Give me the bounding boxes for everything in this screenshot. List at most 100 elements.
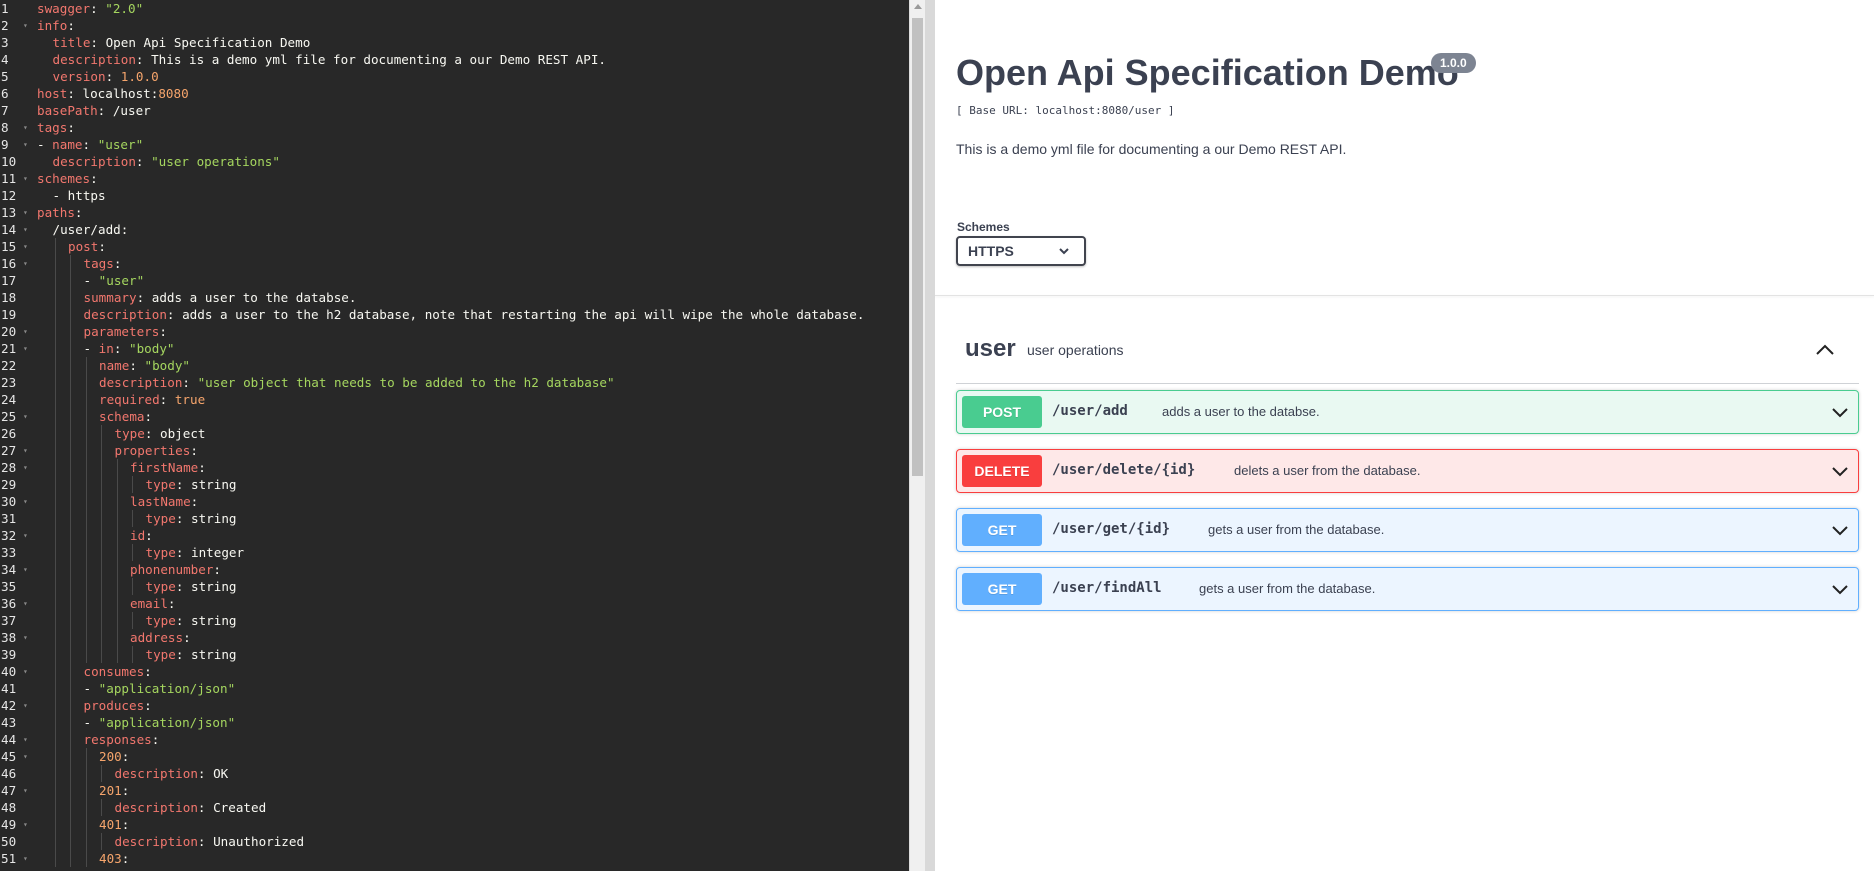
fold-arrow-icon[interactable]: ▾ (23, 255, 28, 272)
code-line[interactable]: 42 ▾ produces: (1, 697, 909, 714)
fold-arrow-icon[interactable]: ▾ (23, 663, 28, 680)
fold-arrow-icon[interactable]: ▾ (23, 731, 28, 748)
fold-arrow-icon[interactable]: ▾ (23, 595, 28, 612)
fold-arrow-icon[interactable]: ▾ (23, 408, 28, 425)
fold-arrow-icon[interactable]: ▾ (23, 119, 28, 136)
code-line[interactable]: 34 ▾ phonenumber: (1, 561, 909, 578)
chevron-down-icon[interactable] (1830, 402, 1850, 422)
operation-get-user-by-id[interactable]: GET /user/get/{id} gets a user from the … (956, 508, 1859, 552)
code-line[interactable]: 17 - "user" (1, 272, 909, 289)
operation-post-user-add[interactable]: POST /user/add adds a user to the databs… (956, 390, 1859, 434)
fold-arrow-icon[interactable]: ▾ (23, 697, 28, 714)
fold-arrow-icon[interactable]: ▾ (23, 170, 28, 187)
code-line[interactable]: 31 type: string (1, 510, 909, 527)
schemes-select[interactable]: HTTPS (956, 236, 1086, 266)
fold-arrow-icon[interactable]: ▾ (23, 629, 28, 646)
code-line[interactable]: 49 ▾ 401: (1, 816, 909, 833)
code-line[interactable]: 35 type: string (1, 578, 909, 595)
fold-arrow-icon[interactable]: ▾ (23, 238, 28, 255)
code-line[interactable]: 38 ▾ address: (1, 629, 909, 646)
fold-arrow-icon[interactable]: ▾ (23, 459, 28, 476)
code-line[interactable]: 46 description: OK (1, 765, 909, 782)
chevron-down-icon[interactable] (1830, 461, 1850, 481)
code-line[interactable]: 3 title: Open Api Specification Demo (1, 34, 909, 51)
fold-arrow-icon[interactable]: ▾ (23, 748, 28, 765)
indent-guide (70, 646, 71, 663)
fold-arrow-icon[interactable]: ▾ (23, 17, 28, 34)
code-line[interactable]: 6 host: localhost:8080 (1, 85, 909, 102)
fold-arrow-icon[interactable]: ▾ (23, 204, 28, 221)
code-line[interactable]: 47 ▾ 201: (1, 782, 909, 799)
fold-arrow-icon[interactable]: ▾ (23, 442, 28, 459)
code-line[interactable]: 25 ▾ schema: (1, 408, 909, 425)
yaml-literal: 1.0.0 (120, 69, 159, 84)
code-line[interactable]: 48 description: Created (1, 799, 909, 816)
code-line[interactable]: 37 type: string (1, 612, 909, 629)
code-line[interactable]: 12 - https (1, 187, 909, 204)
pane-divider[interactable] (925, 0, 935, 871)
code-line[interactable]: 33 type: integer (1, 544, 909, 561)
code-line[interactable]: 41 - "application/json" (1, 680, 909, 697)
fold-arrow-icon[interactable]: ▾ (23, 527, 28, 544)
code-line[interactable]: 44 ▾ responses: (1, 731, 909, 748)
scrollbar-thumb[interactable] (912, 18, 923, 476)
fold-arrow-icon[interactable]: ▾ (23, 136, 28, 153)
fold-arrow-icon[interactable]: ▾ (23, 561, 28, 578)
fold-arrow-icon[interactable]: ▾ (23, 782, 28, 799)
code-line[interactable]: 19 description: adds a user to the h2 dat… (1, 306, 909, 323)
code-line[interactable]: 26 type: object (1, 425, 909, 442)
yaml-text: : /user (97, 103, 151, 118)
code-line[interactable]: 36 ▾ email: (1, 595, 909, 612)
code-line[interactable]: 15 ▾ post: (1, 238, 909, 255)
code-line[interactable]: 43 - "application/json" (1, 714, 909, 731)
code-line[interactable]: 20 ▾ parameters: (1, 323, 909, 340)
fold-arrow-icon[interactable]: ▾ (23, 816, 28, 833)
scroll-up-icon[interactable] (914, 4, 922, 9)
code-line[interactable]: 24 required: true (1, 391, 909, 408)
code-line[interactable]: 45 ▾ 200: (1, 748, 909, 765)
operation-summary: gets a user from the database. (1199, 581, 1376, 596)
editor-scrollbar[interactable] (909, 0, 925, 871)
code-line[interactable]: 13 ▾ paths: (1, 204, 909, 221)
code-line[interactable]: 32 ▾ id: (1, 527, 909, 544)
code-line[interactable]: 2 ▾ info: (1, 17, 909, 34)
code-line[interactable]: 29 type: string (1, 476, 909, 493)
indent-guide (101, 442, 102, 459)
code-line[interactable]: 23 description: "user object that needs t… (1, 374, 909, 391)
code-line[interactable]: 28 ▾ firstName: (1, 459, 909, 476)
code-line[interactable]: 4 description: This is a demo yml file fo… (1, 51, 909, 68)
fold-arrow-icon[interactable]: ▾ (23, 323, 28, 340)
operation-delete-user[interactable]: DELETE /user/delete/{id} delets a user f… (956, 449, 1859, 493)
yaml-editor[interactable]: 1 swagger: "2.0" 2 ▾ info: 3 title: Open Api S… (0, 0, 909, 871)
operation-get-find-all[interactable]: GET /user/findAll gets a user from the d… (956, 567, 1859, 611)
code-line[interactable]: 1 swagger: "2.0" (1, 0, 909, 17)
code-line[interactable]: 21 ▾ - in: "body" (1, 340, 909, 357)
tag-name[interactable]: user (965, 335, 1016, 363)
code-line[interactable]: 16 ▾ tags: (1, 255, 909, 272)
code-line[interactable]: 14 ▾/user/add: (1, 221, 909, 238)
chevron-down-icon[interactable] (1830, 579, 1850, 599)
code-line[interactable]: 5 version: 1.0.0 (1, 68, 909, 85)
code-line[interactable]: 27 ▾ properties: (1, 442, 909, 459)
chevron-down-icon[interactable] (1830, 520, 1850, 540)
editor-code[interactable]: 1 swagger: "2.0" 2 ▾ info: 3 title: Open Api S… (1, 0, 909, 867)
indent-guide (54, 238, 56, 255)
code-line[interactable]: 9 ▾ - name: "user" (1, 136, 909, 153)
fold-arrow-icon[interactable]: ▾ (23, 850, 28, 867)
fold-arrow-icon[interactable]: ▾ (23, 340, 28, 357)
code-line[interactable]: 39 type: string (1, 646, 909, 663)
fold-arrow-icon[interactable]: ▾ (23, 493, 28, 510)
yaml-text: - (83, 681, 99, 696)
code-line[interactable]: 51 ▾ 403: (1, 850, 909, 867)
code-line[interactable]: 8 ▾ tags: (1, 119, 909, 136)
code-line[interactable]: 10 description: "user operations" (1, 153, 909, 170)
code-line[interactable]: 50 description: Unauthorized (1, 833, 909, 850)
code-line[interactable]: 18 summary: adds a user to the databse. (1, 289, 909, 306)
code-line[interactable]: 11 ▾ schemes: (1, 170, 909, 187)
code-line[interactable]: 40 ▾ consumes: (1, 663, 909, 680)
collapse-tag-button[interactable] (1813, 338, 1837, 362)
code-line[interactable]: 7 basePath: /user (1, 102, 909, 119)
fold-arrow-icon[interactable]: ▾ (23, 221, 28, 238)
code-line[interactable]: 22 name: "body" (1, 357, 909, 374)
code-line[interactable]: 30 ▾ lastName: (1, 493, 909, 510)
